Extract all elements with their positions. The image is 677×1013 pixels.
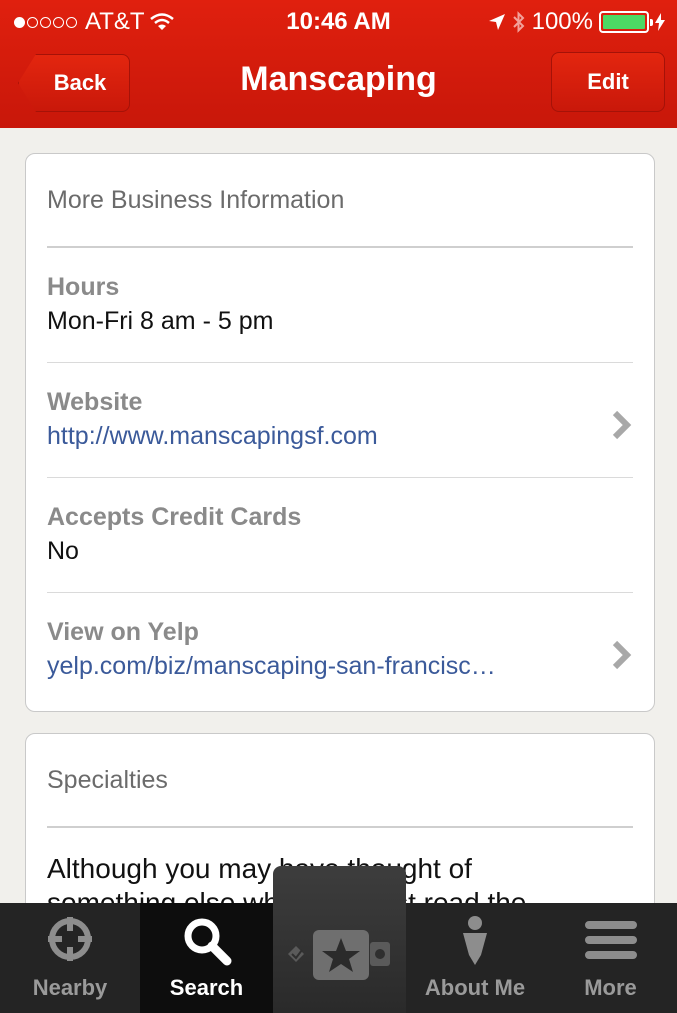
business-info-card: More Business Information Hours Mon-Fri … xyxy=(25,153,655,712)
tab-label: Nearby xyxy=(32,975,108,1000)
hours-row: Hours Mon-Fri 8 am - 5 pm xyxy=(47,248,633,363)
tab-label: More xyxy=(584,975,637,1000)
website-link[interactable]: http://www.manscapingsf.com xyxy=(47,422,378,451)
search-icon xyxy=(184,918,231,966)
chevron-right-icon xyxy=(612,410,632,440)
top-bar: AT&T 10:46 AM 100% Back Manscaping Edit xyxy=(0,0,677,128)
business-info-title: More Business Information xyxy=(47,186,345,214)
tab-about-me[interactable]: About Me xyxy=(406,903,544,1013)
battery-icon xyxy=(599,11,653,33)
status-bar: AT&T 10:46 AM 100% xyxy=(0,0,677,40)
tab-check-in[interactable] xyxy=(273,866,406,1013)
crosshair-icon xyxy=(48,917,92,961)
hours-label: Hours xyxy=(47,273,120,301)
credit-cards-row: Accepts Credit Cards No xyxy=(47,478,633,593)
tab-nearby[interactable]: Nearby xyxy=(0,903,140,1013)
section-divider xyxy=(47,826,633,828)
tab-label: About Me xyxy=(424,975,526,1000)
tab-search[interactable]: Search xyxy=(140,903,273,1013)
edit-button[interactable]: Edit xyxy=(551,52,665,112)
location-arrow-icon xyxy=(488,14,505,30)
battery-percent: 100% xyxy=(531,8,593,35)
website-label: Website xyxy=(47,388,143,416)
person-icon xyxy=(463,916,487,965)
charging-bolt-icon xyxy=(655,13,665,31)
chevron-right-icon xyxy=(612,640,632,670)
specialties-title: Specialties xyxy=(47,766,168,794)
view-on-yelp-label: View on Yelp xyxy=(47,618,199,646)
hours-value: Mon-Fri 8 am - 5 pm xyxy=(47,307,274,335)
bluetooth-icon xyxy=(512,11,525,33)
status-right: 100% xyxy=(488,8,665,36)
check-in-star-camera-icon xyxy=(288,930,390,980)
view-on-yelp-row[interactable]: View on Yelp yelp.com/biz/manscaping-san… xyxy=(47,593,633,708)
tab-label: Search xyxy=(169,975,244,1000)
yelp-link[interactable]: yelp.com/biz/manscaping-san-francisc… xyxy=(47,652,496,681)
credit-cards-label: Accepts Credit Cards xyxy=(47,503,302,531)
tab-more[interactable]: More xyxy=(544,903,677,1013)
website-row[interactable]: Website http://www.manscapingsf.com xyxy=(47,363,633,478)
menu-icon xyxy=(584,921,637,959)
credit-cards-value: No xyxy=(47,537,79,565)
